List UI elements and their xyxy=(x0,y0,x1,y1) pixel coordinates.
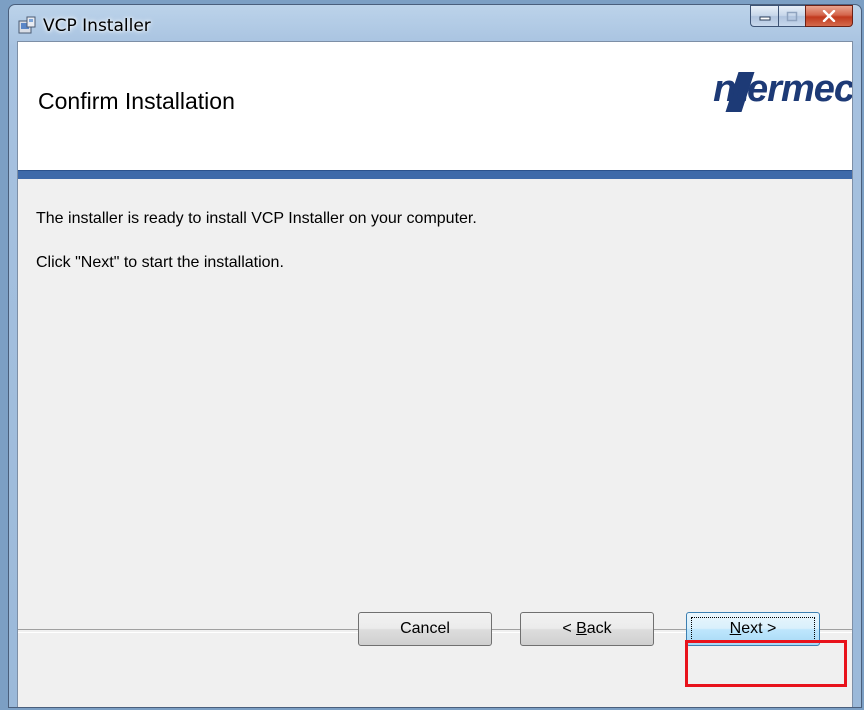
cancel-button[interactable]: Cancel xyxy=(358,612,492,646)
header-banner: Confirm Installation ntermec xyxy=(18,42,852,144)
back-button[interactable]: < Back xyxy=(520,612,654,646)
focus-rectangle xyxy=(691,617,815,641)
intermec-logo: ntermec xyxy=(713,68,853,110)
title-bar[interactable]: VCP Installer xyxy=(9,5,861,41)
banner-divider xyxy=(18,170,852,179)
caption-buttons xyxy=(750,5,853,27)
ready-message: The installer is ready to install VCP In… xyxy=(36,210,477,227)
page-title: Confirm Installation xyxy=(38,88,235,114)
window-title: VCP Installer xyxy=(43,16,151,36)
installer-window: VCP Installer Confirm Installation nterm… xyxy=(8,4,862,708)
maximize-button[interactable] xyxy=(778,5,805,27)
close-button[interactable] xyxy=(805,5,853,27)
back-button-label: < Back xyxy=(562,620,612,637)
minimize-icon xyxy=(759,16,770,21)
dialog-client-area: Confirm Installation ntermec The install… xyxy=(17,41,853,707)
banner-spacer xyxy=(18,143,852,170)
next-button-highlight xyxy=(685,640,847,687)
maximize-icon xyxy=(786,11,798,21)
instruction-message: Click "Next" to start the installation. xyxy=(36,254,284,271)
close-icon xyxy=(822,10,836,22)
installer-icon xyxy=(18,16,36,34)
minimize-button[interactable] xyxy=(750,5,778,27)
cancel-button-label: Cancel xyxy=(400,620,450,637)
